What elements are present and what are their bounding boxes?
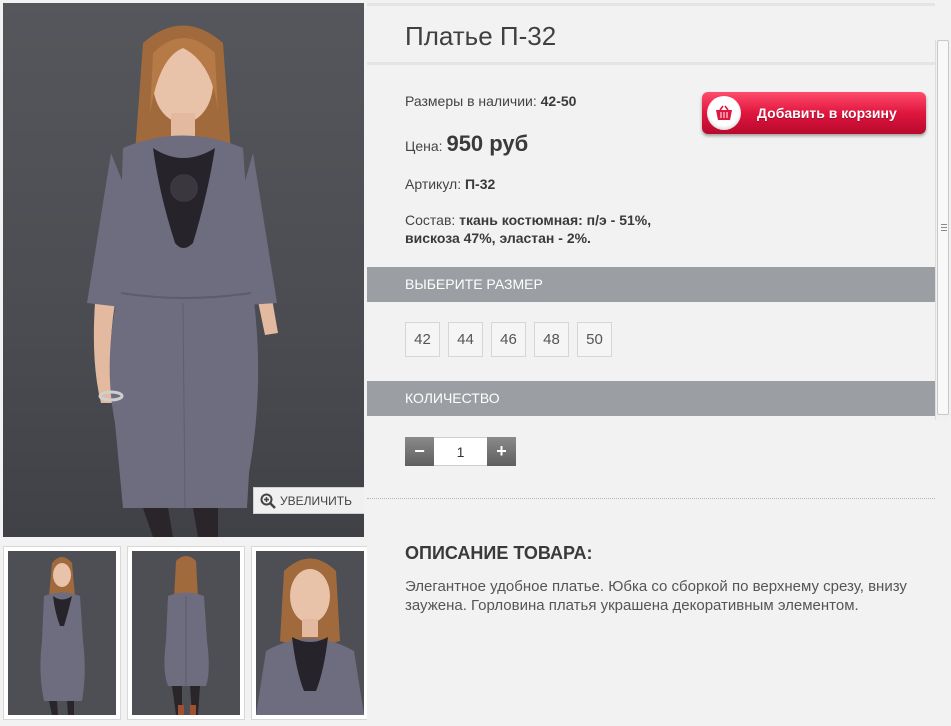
article: Артикул: П-32 <box>405 176 495 192</box>
add-to-cart-button[interactable]: Добавить в корзину <box>702 92 926 134</box>
price-label: Цена: <box>405 138 443 154</box>
quantity-stepper: − + <box>405 437 516 466</box>
thumbnail-front[interactable] <box>3 546 121 720</box>
size-option-42[interactable]: 42 <box>405 322 440 357</box>
quantity-input[interactable] <box>434 437 487 466</box>
thumbnail-front-image <box>8 551 116 715</box>
article-label: Артикул: <box>405 176 462 192</box>
thumbnail-strip <box>3 546 369 720</box>
size-option-46[interactable]: 46 <box>491 322 526 357</box>
divider <box>367 498 935 499</box>
zoom-button[interactable]: УВЕЛИЧИТЬ <box>253 487 364 514</box>
add-to-cart-label: Добавить в корзину <box>757 105 897 121</box>
available-sizes: Размеры в наличии: 42-50 <box>405 93 576 109</box>
product-info-panel: Платье П-32 Размеры в наличии: 42-50 Цен… <box>367 0 935 726</box>
page-title: Платье П-32 <box>405 21 557 51</box>
thumbnail-back[interactable] <box>127 546 245 720</box>
thumbnail-closeup[interactable] <box>251 546 369 720</box>
scrollbar-thumb[interactable] <box>937 40 949 415</box>
quantity-decrease-button[interactable]: − <box>405 437 434 466</box>
thumbnail-closeup-image <box>256 551 364 715</box>
size-section-header: ВЫБЕРИТЕ РАЗМЕР <box>367 267 935 302</box>
basket-icon <box>707 96 741 130</box>
description-text: Элегантное удобное платье. Юбка со сборк… <box>405 578 907 614</box>
scrollbar-grip <box>941 224 947 231</box>
size-option-50[interactable]: 50 <box>577 322 612 357</box>
price-value: 950 руб <box>446 131 529 156</box>
main-product-photo[interactable]: УВЕЛИЧИТЬ <box>3 3 364 537</box>
zoom-label: УВЕЛИЧИТЬ <box>280 493 352 508</box>
available-sizes-label: Размеры в наличии: <box>405 93 537 109</box>
scrollbar[interactable] <box>935 40 950 420</box>
magnifier-plus-icon <box>260 493 276 509</box>
title-bar: Платье П-32 <box>367 3 935 65</box>
size-selector: 42 44 46 48 50 <box>405 322 612 357</box>
dress-model-image <box>87 25 278 537</box>
description-title: ОПИСАНИЕ ТОВАРА: <box>405 543 593 563</box>
thumbnail-back-image <box>132 551 240 715</box>
size-option-44[interactable]: 44 <box>448 322 483 357</box>
composition: Состав: ткань костюмная: п/э - 51%, виск… <box>405 211 685 247</box>
quantity-increase-button[interactable]: + <box>487 437 516 466</box>
quantity-section-header: КОЛИЧЕСТВО <box>367 381 935 416</box>
article-value: П-32 <box>464 176 496 192</box>
composition-label: Состав: <box>405 212 456 228</box>
price: Цена: 950 руб <box>405 131 528 157</box>
size-option-48[interactable]: 48 <box>534 322 569 357</box>
available-sizes-value: 42-50 <box>540 93 577 109</box>
